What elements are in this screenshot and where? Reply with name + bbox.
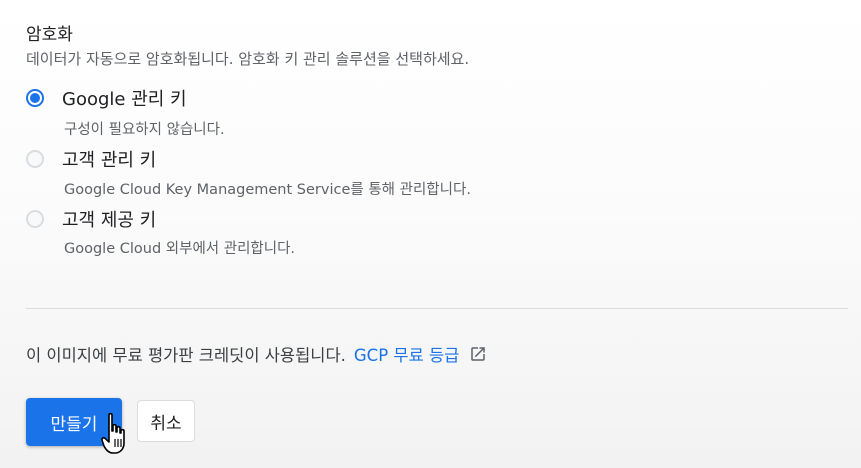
radio-label-customer-supplied-key: 고객 제공 키 (62, 210, 157, 231)
radio-unselected-icon[interactable] (26, 150, 44, 168)
external-link-icon[interactable] (469, 345, 487, 363)
radio-sublabel-customer-managed-key: Google Cloud Key Management Service를 통해 … (64, 182, 471, 198)
encryption-section-title: 암호화 (26, 25, 73, 45)
radio-label-customer-managed-key: 고객 관리 키 (62, 150, 157, 171)
radio-sublabel-customer-supplied-key: Google Cloud 외부에서 관리합니다. (64, 241, 296, 257)
radio-sublabel-google-managed-key: 구성이 필요하지 않습니다. (64, 122, 225, 138)
create-button[interactable]: 만들기 (26, 398, 122, 446)
radio-label-google-managed-key: Google 관리 키 (62, 89, 187, 110)
free-trial-credit-notice: 이 이미지에 무료 평가판 크레딧이 사용됩니다. GCP 무료 등급 (26, 342, 487, 366)
encryption-description: 데이터가 자동으로 암호화됩니다. 암호화 키 관리 솔루션을 선택하세요. (26, 50, 470, 68)
radio-google-managed-key[interactable]: Google 관리 키 (26, 85, 187, 111)
radio-customer-supplied-key[interactable]: 고객 제공 키 (26, 206, 156, 232)
credit-text: 이 이미지에 무료 평가판 크레딧이 사용됩니다. (26, 346, 346, 365)
section-divider (26, 308, 848, 309)
gcp-free-tier-link[interactable]: GCP 무료 등급 (354, 342, 459, 366)
radio-customer-managed-key[interactable]: 고객 관리 키 (26, 146, 156, 172)
cancel-button[interactable]: 취소 (137, 400, 195, 442)
radio-selected-icon[interactable] (26, 89, 44, 107)
radio-unselected-icon[interactable] (26, 210, 44, 228)
